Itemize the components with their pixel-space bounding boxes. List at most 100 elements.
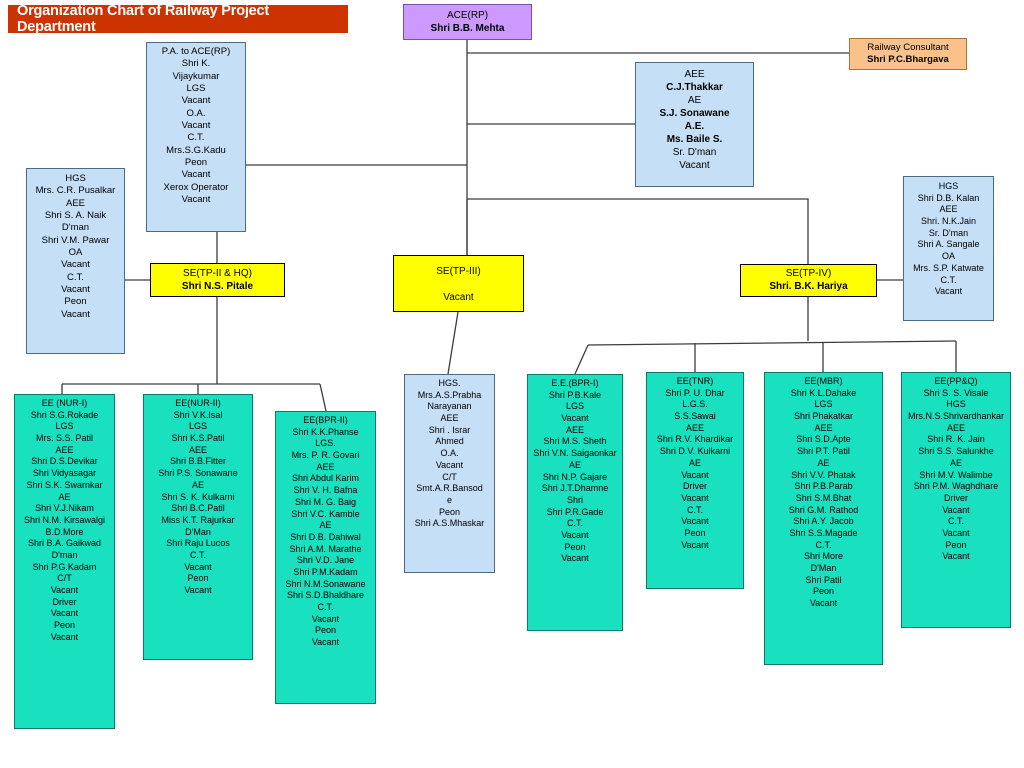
node-hgs-pusalkar[interactable]: HGS Mrs. C.R. Pusalkar AEE Shri S. A. Naik D…	[26, 168, 125, 354]
node-text-line: Shri B.B. Mehta	[430, 23, 505, 34]
node-ee-tnr[interactable]: EE(TNR) Shri P. U. Dhar L.G.S. S.S.Sawai AEE…	[646, 372, 744, 589]
node-text-line: Vacant	[311, 637, 340, 648]
node-text-line: LGS	[188, 421, 207, 432]
node-text-line: Vacant	[561, 413, 589, 424]
node-text-line: AEE	[316, 461, 335, 472]
node-text-line: C.T.	[686, 504, 703, 515]
node-railway-consultant[interactable]: Railway Consultant Shri P.C.Bhargava	[849, 38, 967, 70]
node-text-line: L.G.S.	[682, 399, 708, 410]
node-ee-nur-2[interactable]: EE(NUR-II) Shri V.K.Isal LGS Shri K.S.Patil…	[143, 394, 253, 660]
node-text-line: AEE	[814, 422, 833, 433]
node-text-line: AEE	[440, 413, 459, 424]
node-text-line: Mrs. S.P. Katwate	[913, 262, 984, 273]
node-text-line: Ms. Baile S.	[666, 134, 723, 145]
node-se-tp2-hq[interactable]: SE(TP-II & HQ) Shri N.S. Pitale	[150, 263, 285, 297]
node-aee-thakkar[interactable]: AEE C.J.Thakkar AE S.J. Sonawane A.E. Ms. Bai…	[635, 62, 754, 187]
node-text-line: B.D.More	[45, 526, 84, 537]
node-text-line: Shri M. G. Baig	[294, 496, 357, 507]
node-ace-rp[interactable]: ACE(RP) Shri B.B. Mehta	[403, 4, 532, 40]
node-text-line: Vacant	[50, 608, 79, 619]
node-text-line: EE(MBR)	[804, 376, 843, 386]
node-ee-bpr-2[interactable]: EE(BPR-II) Shri K.K.Phanse LGS. Mrs. P. R. …	[275, 411, 376, 704]
node-text-line: C/T	[442, 471, 457, 482]
node-hgs-prabha-narayanan[interactable]: HGS. Mrs.A.S.Prabha Narayanan AEE Shri . Isr…	[404, 374, 495, 573]
node-text-line: AEE	[65, 197, 85, 209]
node-text-line: Peon	[314, 625, 337, 636]
node-text-line: AEE	[946, 422, 965, 433]
node-text-line: Mrs.A.S.Prabha	[417, 389, 482, 400]
node-text-line: AE	[58, 491, 71, 502]
node-text-line: D'Man	[810, 563, 837, 573]
node-text-line: Shri S.S.Magade	[789, 527, 858, 538]
node-se-tp3[interactable]: SE(TP-III) Vacant	[393, 255, 524, 312]
node-text-line: O.A.	[186, 107, 206, 119]
node-text-line: EE(BPR-II)	[303, 415, 348, 425]
node-text-line: Shri More	[803, 551, 843, 562]
node-text-line: Vacant	[61, 259, 90, 271]
node-text-line: Mrs.N.S.Shrivardhankar	[907, 411, 1005, 422]
node-ee-nur-1[interactable]: EE (NUR-I) Shri S.G.Rokade LGS Mrs. S.S. Pa…	[14, 394, 115, 729]
node-text-line: Shri P.R.Gade	[546, 506, 604, 517]
node-text-line: A.E.	[684, 121, 705, 132]
node-text-line: Miss K.T. Rajurkar	[161, 514, 235, 525]
node-text-line: Driver	[944, 492, 968, 503]
node-text-line: Vacant	[181, 169, 211, 181]
node-text-line: Vacant	[942, 527, 970, 538]
org-chart-canvas: Organization Chart of Railway Project De…	[0, 0, 1024, 768]
node-text-line: AEE	[685, 422, 704, 433]
node-text-line: Vacant	[61, 308, 90, 320]
node-text-line	[395, 278, 522, 291]
node-text-line: C.T.	[187, 132, 205, 144]
node-text-line: Shri V.J.Nikam	[35, 503, 94, 514]
node-pa-to-ace-rp[interactable]: P.A. to ACE(RP) Shri K. Vijaykumar LGS Vacan…	[146, 42, 246, 232]
node-text-line: S.S.Sawai	[674, 411, 716, 422]
node-ee-bpr-1[interactable]: E.E.(BPR-I) Shri P.B.Kale LGS Vacant AEE Shri…	[527, 374, 623, 631]
node-text-line: Shri N.S. Pitale	[181, 281, 254, 292]
node-text-line: Shri P.T. Patil	[797, 446, 850, 457]
node-text-line: Vacant	[561, 529, 589, 540]
node-ee-mbr[interactable]: EE(MBR) Shri K.L.Dahake LGS Shri Phakatkar A…	[764, 372, 883, 665]
node-text-line: Shri S.K. Swarnkar	[26, 479, 103, 490]
node-text-line: C.T.	[566, 518, 583, 529]
node-text-line: Peon	[187, 573, 209, 584]
node-text-line: Shri. B.K. Hariya	[769, 281, 848, 292]
node-text-line: C/T	[57, 573, 72, 584]
node-text-line: SE(TP-III)	[436, 266, 481, 277]
node-text-line: Vacant	[934, 286, 963, 297]
node-text-line: Peon	[564, 541, 586, 552]
node-text-line: Shri S. A. Naik	[44, 210, 107, 222]
node-text-line: Sr. D'man	[672, 147, 717, 158]
node-text-line: Vacant	[681, 539, 709, 550]
node-text-line: Shri P.S. Sonawane	[158, 468, 238, 479]
node-text-line: Shri D.V. Kulkarni	[659, 446, 731, 457]
node-text-line: AE	[688, 457, 701, 468]
node-text-line: Shri K.K.Phanse	[292, 426, 359, 437]
node-text-line: Vacant	[311, 613, 340, 624]
node-text-line: AEE	[55, 444, 74, 455]
node-text-line: Shri Abdul Karim	[291, 473, 360, 484]
node-ee-pp-and-q[interactable]: EE(PP&Q) Shri S. S. Visale HGS Mrs.N.S.Shri…	[901, 372, 1011, 628]
node-text-line: Shri S.M.Bhat	[795, 492, 852, 503]
node-text-line: C.T.	[317, 602, 334, 612]
node-text-line: Shri Raju Lucos	[166, 538, 230, 549]
node-hgs-kalan[interactable]: HGS Shri D.B. Kalan AEE Shri. N.K.Jain Sr. D…	[903, 176, 994, 321]
node-text-line: LGS	[814, 399, 833, 410]
node-text-line: Railway Consultant	[867, 42, 949, 53]
node-se-tp4[interactable]: SE(TP-IV) Shri. B.K. Hariya	[740, 264, 877, 297]
node-text-line: AEE	[939, 204, 958, 215]
node-text-line: Vacant	[50, 631, 79, 642]
node-text-line: Vacant	[50, 585, 79, 595]
node-text-line: AE	[319, 520, 332, 531]
node-text-line: Peon	[945, 539, 967, 550]
node-text-line: Shri A.Y. Jacob	[793, 516, 854, 527]
node-text-line: HGS	[946, 399, 966, 410]
node-text-line: LGS.	[315, 438, 336, 449]
node-text-line: Vacant	[184, 585, 212, 595]
node-text-line: Shri	[566, 494, 583, 505]
node-text-line: Shri Phakatkar	[793, 411, 854, 422]
node-text-line: C.T.	[67, 271, 84, 283]
node-text-line: e	[446, 494, 452, 505]
node-text-line: Driver	[683, 481, 707, 492]
node-text-line: AEE	[188, 444, 207, 455]
node-text-line: Vacant	[681, 469, 709, 480]
